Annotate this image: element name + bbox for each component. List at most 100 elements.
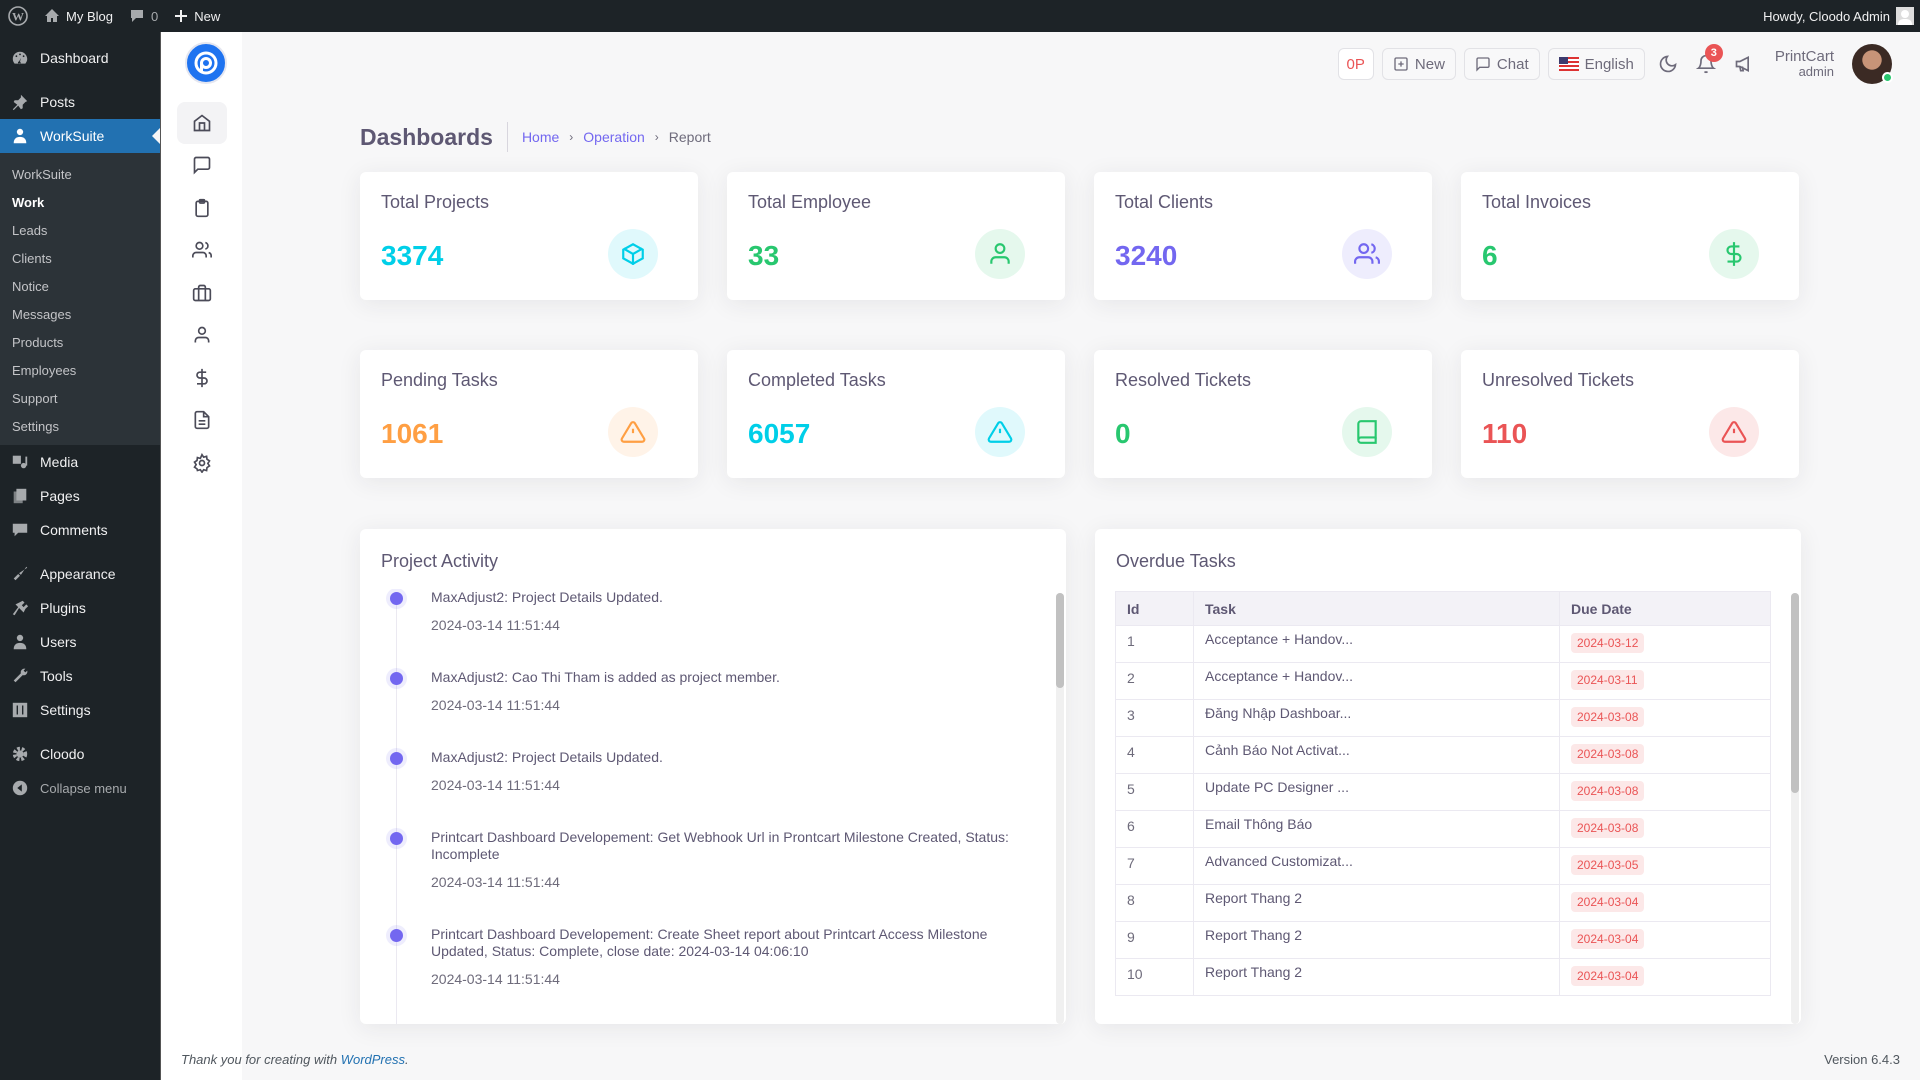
due-date-badge: 2024-03-12 xyxy=(1571,633,1645,653)
timeline-dot xyxy=(390,929,403,942)
stat-card-pending-tasks[interactable]: Pending Tasks 1061 xyxy=(360,350,698,478)
gear-icon xyxy=(10,744,30,764)
rail-employees[interactable] xyxy=(177,314,227,356)
column-header-task[interactable]: Task xyxy=(1193,591,1560,626)
submenu-messages[interactable]: Messages xyxy=(0,300,160,328)
row-task[interactable]: Advanced Customizat... xyxy=(1193,847,1560,885)
menu-tools[interactable]: Tools xyxy=(0,659,160,693)
submenu-leads[interactable]: Leads xyxy=(0,216,160,244)
announcements-button[interactable] xyxy=(1729,48,1759,80)
activity-time: 2024-03-14 11:51:44 xyxy=(431,971,560,987)
submenu-products[interactable]: Products xyxy=(0,328,160,356)
user-avatar[interactable] xyxy=(1852,44,1893,84)
row-task[interactable]: Report Thang 2 xyxy=(1193,884,1560,922)
plug-icon xyxy=(10,598,30,618)
dark-mode-toggle[interactable] xyxy=(1653,48,1683,80)
row-task[interactable]: Cảnh Báo Not Activat... xyxy=(1193,736,1560,774)
breadcrumb-operation[interactable]: Operation xyxy=(583,129,644,145)
user-menu[interactable]: PrintCart admin xyxy=(1775,49,1834,78)
megaphone-icon xyxy=(1735,55,1749,73)
table-row[interactable]: 8 Report Thang 2 2024-03-04 xyxy=(1115,884,1771,922)
notifications-button[interactable]: 3 xyxy=(1691,44,1723,80)
table-row[interactable]: 4 Cảnh Báo Not Activat... 2024-03-08 xyxy=(1115,736,1771,774)
breadcrumb-home[interactable]: Home xyxy=(522,129,559,145)
table-row[interactable]: 9 Report Thang 2 2024-03-04 xyxy=(1115,921,1771,959)
menu-media[interactable]: Media xyxy=(0,445,160,479)
table-row[interactable]: 3 Đăng Nhập Dashboar... 2024-03-08 xyxy=(1115,699,1771,737)
activity-scrollbar[interactable] xyxy=(1056,593,1064,1024)
stat-icon-circle xyxy=(1342,407,1392,457)
row-task[interactable]: Acceptance + Handov... xyxy=(1193,662,1560,700)
app-logo[interactable] xyxy=(185,42,227,84)
menu-users[interactable]: Users xyxy=(0,625,160,659)
submenu-clients[interactable]: Clients xyxy=(0,244,160,272)
row-task[interactable]: Report Thang 2 xyxy=(1193,921,1560,959)
comments-link[interactable]: 0 xyxy=(121,0,166,32)
rail-projects[interactable] xyxy=(177,272,227,314)
site-name-link[interactable]: My Blog xyxy=(36,0,121,32)
language-selector[interactable]: English xyxy=(1547,48,1645,80)
submenu-settings[interactable]: Settings xyxy=(0,412,160,440)
menu-posts[interactable]: Posts xyxy=(0,85,160,119)
stat-card-total-invoices[interactable]: Total Invoices 6 xyxy=(1461,172,1799,300)
table-row[interactable]: 10 Report Thang 2 2024-03-04 xyxy=(1115,958,1771,996)
table-row[interactable]: 5 Update PC Designer ... 2024-03-08 xyxy=(1115,773,1771,811)
page-header: Dashboards Home › Operation › Report xyxy=(360,122,711,152)
menu-cloodo[interactable]: Cloodo xyxy=(0,737,160,771)
row-id: 3 xyxy=(1115,699,1194,737)
stat-card-completed-tasks[interactable]: Completed Tasks 6057 xyxy=(727,350,1065,478)
rail-tasks[interactable] xyxy=(177,187,227,229)
rail-settings[interactable] xyxy=(177,442,227,484)
submenu-work[interactable]: Work xyxy=(0,188,160,216)
rail-invoices[interactable] xyxy=(177,357,227,399)
new-content-link[interactable]: New xyxy=(166,0,228,32)
op-button[interactable]: 0P xyxy=(1337,48,1374,80)
menu-label: Media xyxy=(40,454,79,470)
row-task[interactable]: Đăng Nhập Dashboar... xyxy=(1193,699,1560,737)
menu-worksuite[interactable]: WorkSuite xyxy=(0,119,160,153)
rail-documents[interactable] xyxy=(177,399,227,441)
row-task[interactable]: Acceptance + Handov... xyxy=(1193,625,1560,663)
stat-icon-circle xyxy=(975,407,1025,457)
menu-label: Settings xyxy=(40,702,91,718)
stat-card-total-clients[interactable]: Total Clients 3240 xyxy=(1094,172,1432,300)
submenu-support[interactable]: Support xyxy=(0,384,160,412)
chat-button[interactable]: Chat xyxy=(1463,48,1540,80)
row-task[interactable]: Email Thông Báo xyxy=(1193,810,1560,848)
menu-dashboard[interactable]: Dashboard xyxy=(0,41,160,75)
collapse-icon xyxy=(10,778,30,798)
stat-card-unresolved-tickets[interactable]: Unresolved Tickets 110 xyxy=(1461,350,1799,478)
collapse-menu-button[interactable]: Collapse menu xyxy=(0,771,160,805)
table-row[interactable]: 2 Acceptance + Handov... 2024-03-11 xyxy=(1115,662,1771,700)
table-row[interactable]: 7 Advanced Customizat... 2024-03-05 xyxy=(1115,847,1771,885)
stat-card-resolved-tickets[interactable]: Resolved Tickets 0 xyxy=(1094,350,1432,478)
row-id: 1 xyxy=(1115,625,1194,663)
menu-plugins[interactable]: Plugins xyxy=(0,591,160,625)
stat-card-total-projects[interactable]: Total Projects 3374 xyxy=(360,172,698,300)
row-task[interactable]: Update PC Designer ... xyxy=(1193,773,1560,811)
stat-card-total-employee[interactable]: Total Employee 33 xyxy=(727,172,1065,300)
table-row[interactable]: 6 Email Thông Báo 2024-03-08 xyxy=(1115,810,1771,848)
rail-home[interactable] xyxy=(177,102,227,144)
project-activity-title: Project Activity xyxy=(381,551,499,571)
menu-appearance[interactable]: Appearance xyxy=(0,557,160,591)
menu-pages[interactable]: Pages xyxy=(0,479,160,513)
column-header-id[interactable]: Id xyxy=(1115,591,1194,626)
wp-logo-button[interactable]: W xyxy=(0,0,36,32)
submenu-worksuite[interactable]: WorkSuite xyxy=(0,160,160,188)
wordpress-link[interactable]: WordPress xyxy=(341,1052,405,1067)
overdue-scrollbar[interactable] xyxy=(1791,593,1799,1024)
submenu-notice[interactable]: Notice xyxy=(0,272,160,300)
overdue-tasks-table: Id Task Due Date 1 Acceptance + Handov...… xyxy=(1115,591,1771,996)
row-task[interactable]: Report Thang 2 xyxy=(1193,958,1560,996)
submenu-employees[interactable]: Employees xyxy=(0,356,160,384)
column-header-due-date[interactable]: Due Date xyxy=(1559,591,1771,626)
menu-comments[interactable]: Comments xyxy=(0,513,160,547)
rail-clients[interactable] xyxy=(177,229,227,271)
table-row[interactable]: 1 Acceptance + Handov... 2024-03-12 xyxy=(1115,625,1771,663)
rail-messages[interactable] xyxy=(177,144,227,186)
my-account-link[interactable]: Howdy, Cloodo Admin xyxy=(1755,0,1920,32)
menu-label: Plugins xyxy=(40,600,86,616)
new-button[interactable]: New xyxy=(1381,48,1456,80)
menu-settings[interactable]: Settings xyxy=(0,693,160,727)
